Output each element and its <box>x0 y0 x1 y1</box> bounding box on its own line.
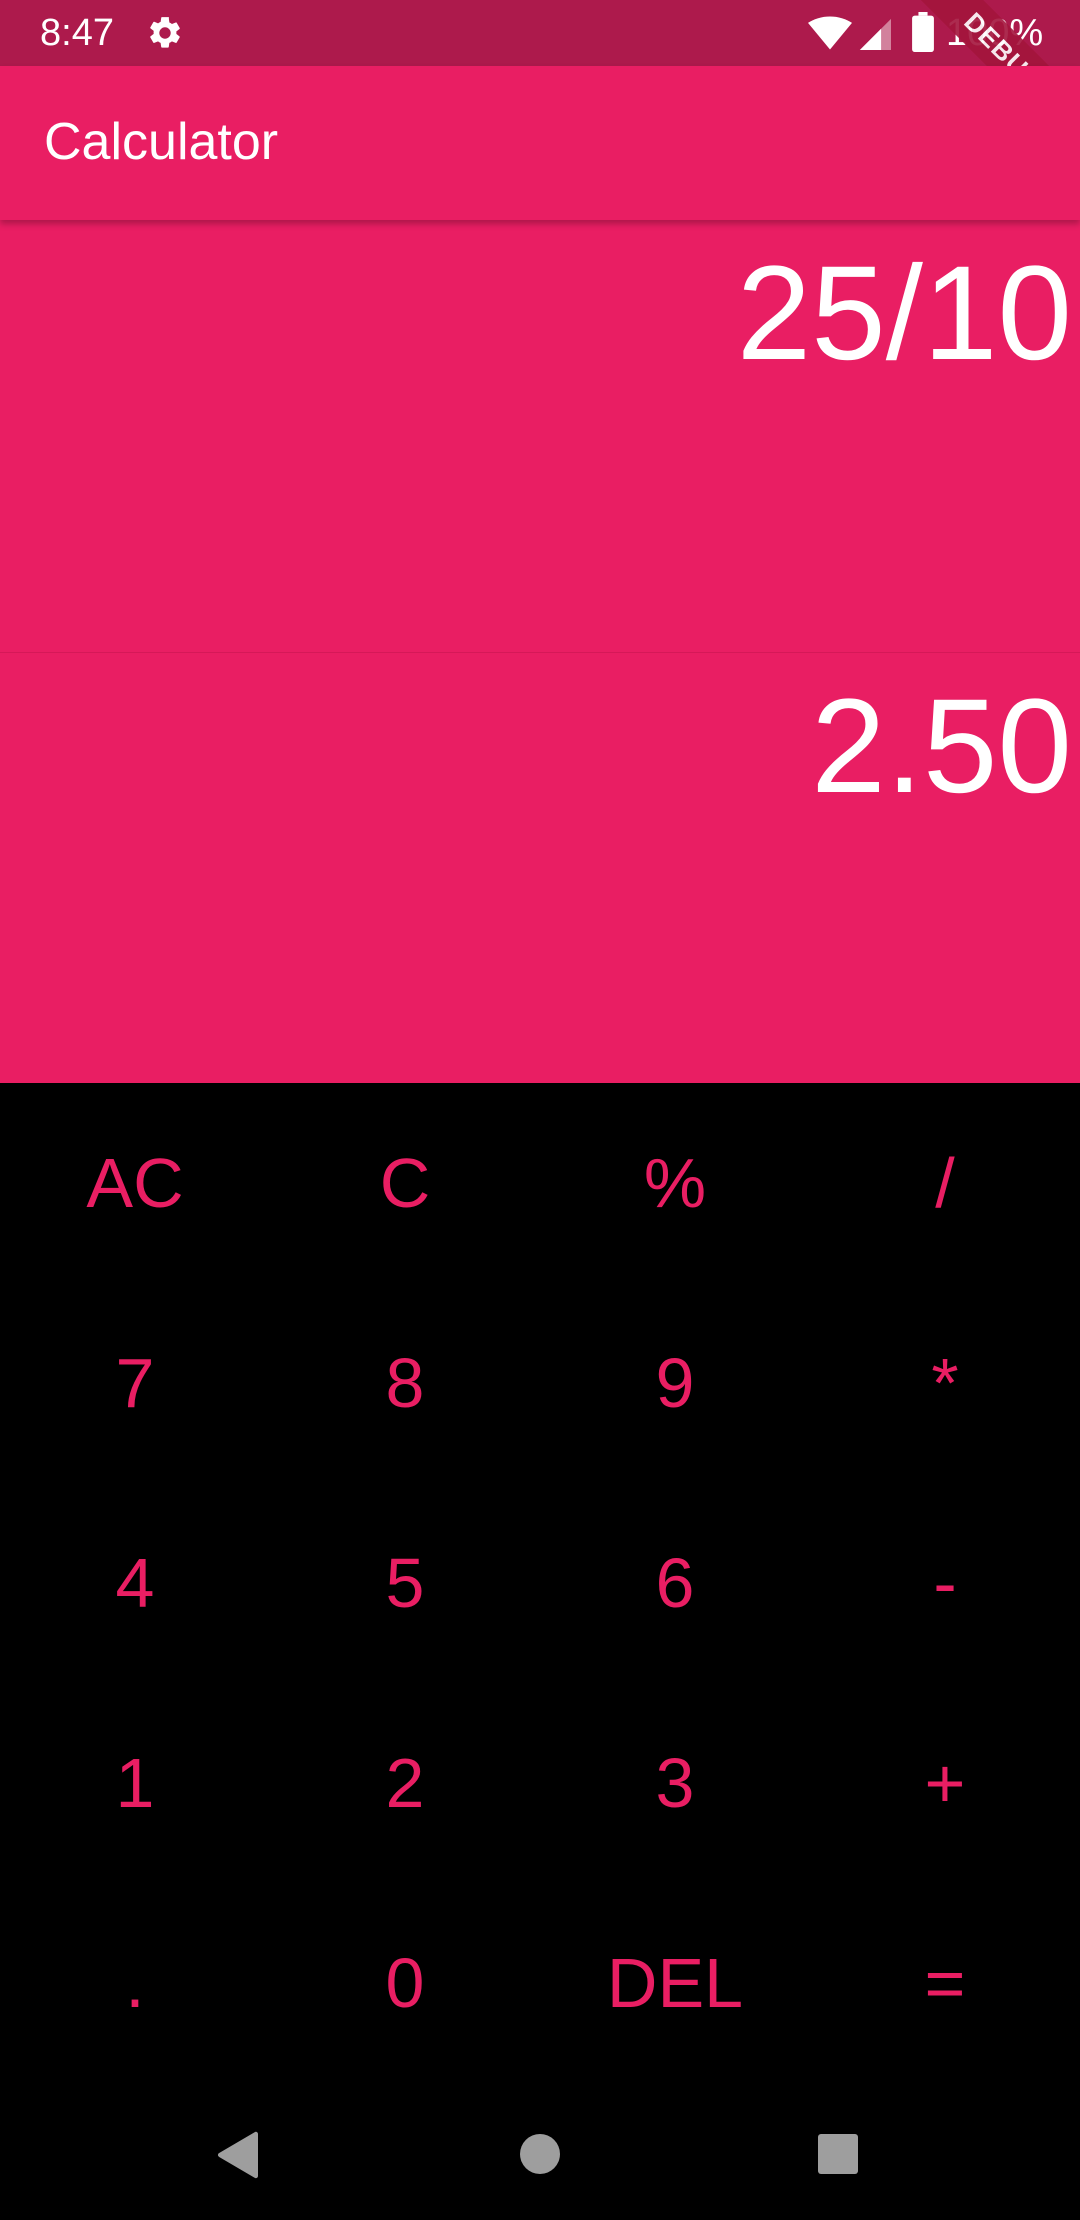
key-2[interactable]: 2 <box>270 1683 540 1883</box>
key-subtract[interactable]: - <box>810 1483 1080 1683</box>
status-time: 8:47 <box>40 12 114 54</box>
key-equals[interactable]: = <box>810 1883 1080 2083</box>
key-clear[interactable]: C <box>270 1083 540 1283</box>
battery-icon <box>912 12 934 52</box>
app-title: Calculator <box>44 113 279 171</box>
key-divide[interactable]: / <box>810 1083 1080 1283</box>
calculator-screen: 8:47 100% DEBUG Calculator 25/10 2.50 AC… <box>0 0 1080 2220</box>
key-all-clear[interactable]: AC <box>0 1083 270 1283</box>
key-4[interactable]: 4 <box>0 1483 270 1683</box>
key-0[interactable]: 0 <box>270 1883 540 2083</box>
key-1[interactable]: 1 <box>0 1683 270 1883</box>
key-8[interactable]: 8 <box>270 1283 540 1483</box>
app-bar: Calculator <box>0 66 1080 220</box>
key-5[interactable]: 5 <box>270 1483 540 1683</box>
result-display: 2.50 <box>811 672 1072 821</box>
key-6[interactable]: 6 <box>540 1483 810 1683</box>
home-icon[interactable] <box>520 2134 560 2174</box>
keypad: AC C % / 7 8 9 * 4 5 6 - 1 2 3 + . 0 DEL… <box>0 1083 1080 2083</box>
key-7[interactable]: 7 <box>0 1283 270 1483</box>
cell-signal-icon <box>859 18 891 50</box>
recents-icon[interactable] <box>818 2134 858 2174</box>
key-3[interactable]: 3 <box>540 1683 810 1883</box>
key-multiply[interactable]: * <box>810 1283 1080 1483</box>
result-panel: 2.50 <box>0 653 1080 1083</box>
back-icon[interactable] <box>216 2131 260 2179</box>
key-add[interactable]: + <box>810 1683 1080 1883</box>
status-bar: 8:47 100% DEBUG <box>0 0 1080 174</box>
gear-icon <box>150 17 180 48</box>
expression-panel: 25/10 <box>0 220 1080 653</box>
key-decimal[interactable]: . <box>0 1883 270 2083</box>
key-percent[interactable]: % <box>540 1083 810 1283</box>
expression-display: 25/10 <box>736 239 1072 388</box>
wifi-icon <box>808 16 852 50</box>
key-delete[interactable]: DEL <box>540 1883 810 2083</box>
key-9[interactable]: 9 <box>540 1283 810 1483</box>
nav-bar <box>0 2083 1080 2220</box>
